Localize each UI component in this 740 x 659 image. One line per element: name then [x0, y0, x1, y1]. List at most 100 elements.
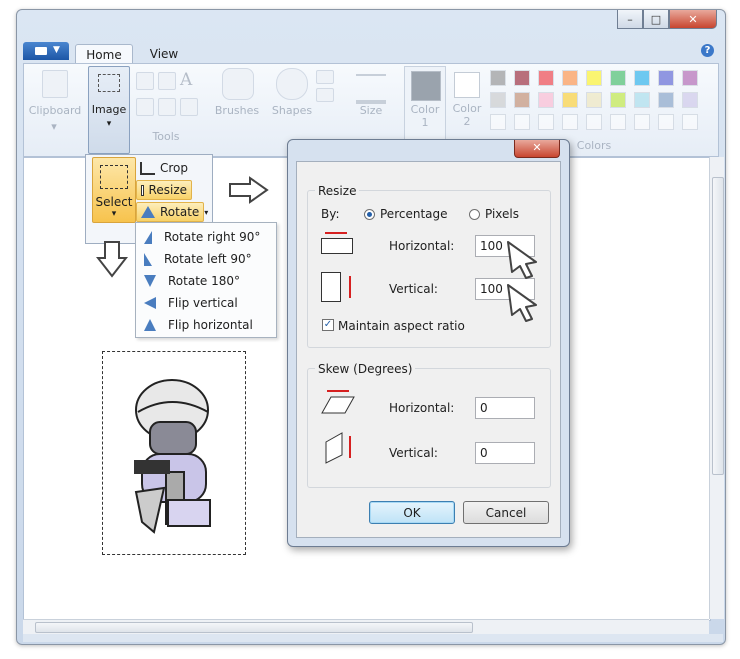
outline-icon [316, 70, 334, 84]
resize-label: Resize [148, 183, 187, 197]
menu-item-label: Flip horizontal [168, 318, 253, 332]
fill-icon [158, 72, 176, 90]
maximize-button[interactable]: □ [643, 10, 669, 29]
menu-item-label: Rotate 180° [168, 274, 241, 288]
skew-horizontal-input[interactable]: 0 [475, 397, 535, 419]
color-swatch[interactable] [634, 92, 650, 108]
status-bar [23, 634, 723, 642]
menu-item-rotate-180[interactable]: Rotate 180° [136, 270, 276, 292]
colors-group-label: Colors [576, 139, 612, 152]
crop-button[interactable]: Crop [136, 158, 214, 178]
rotate-menu: Rotate right 90° Rotate left 90° Rotate … [135, 222, 277, 338]
pointer-cursor-icon [507, 284, 537, 322]
radio-percentage[interactable] [364, 209, 375, 220]
rotate-label: Rotate [160, 205, 200, 219]
pointer-cursor-icon [507, 241, 537, 279]
skew-vertical-input[interactable]: 0 [475, 442, 535, 464]
down-arrow-icon [96, 241, 128, 278]
horizontal-scrollbar[interactable] [23, 619, 709, 634]
help-icon[interactable]: ? [701, 44, 714, 57]
color-swatch[interactable] [658, 70, 674, 86]
color2-swatch [454, 72, 480, 98]
menu-item-rotate-left[interactable]: Rotate left 90° [136, 248, 276, 270]
color-swatch[interactable] [514, 92, 530, 108]
color-swatch[interactable] [538, 114, 554, 130]
menu-item-flip-horizontal[interactable]: Flip horizontal [136, 314, 276, 336]
color-swatch[interactable] [490, 70, 506, 86]
resize-horizontal-label: Horizontal: [389, 239, 455, 253]
size-group-label: Size [359, 104, 383, 117]
color-swatch[interactable] [682, 92, 698, 108]
shapes-group-label: Shapes [271, 104, 313, 117]
color-swatch[interactable] [538, 70, 554, 86]
color-swatch[interactable] [610, 92, 626, 108]
flip-horizontal-icon [144, 319, 156, 331]
clipboard-icon [42, 70, 68, 98]
skew-groupbox [307, 368, 551, 488]
scroll-thumb[interactable] [712, 177, 724, 475]
color-swatch[interactable] [634, 70, 650, 86]
tab-view[interactable]: View [139, 44, 189, 63]
color-swatch[interactable] [634, 114, 650, 130]
skew-group-label: Skew (Degrees) [315, 362, 416, 376]
color-swatch[interactable] [514, 70, 530, 86]
color-swatch[interactable] [610, 70, 626, 86]
select-icon [100, 165, 128, 189]
color-swatch[interactable] [490, 114, 506, 130]
chevron-down-icon: ▾ [106, 119, 112, 129]
pixels-label[interactable]: Pixels [485, 207, 519, 221]
color1-button[interactable]: Color 1 [404, 66, 446, 144]
menu-item-label: Rotate right 90° [164, 230, 261, 244]
maintain-aspect-checkbox[interactable]: ✓ [322, 319, 334, 331]
menu-item-flip-vertical[interactable]: Flip vertical [136, 292, 276, 314]
size-icon [356, 74, 386, 104]
resize-vertical-label: Vertical: [389, 282, 438, 296]
color-swatch[interactable] [490, 92, 506, 108]
close-button[interactable]: ✕ [669, 10, 717, 29]
magnifier-icon [180, 98, 198, 116]
chevron-down-icon: ▾ [111, 209, 117, 219]
color-swatch[interactable] [658, 114, 674, 130]
minimize-button[interactable]: – [617, 10, 643, 29]
color-swatch[interactable] [610, 114, 626, 130]
radio-selected-dot [367, 212, 372, 217]
color-swatch[interactable] [658, 92, 674, 108]
menu-item-rotate-right[interactable]: Rotate right 90° [136, 226, 276, 248]
color-swatch[interactable] [562, 114, 578, 130]
color-swatch[interactable] [682, 114, 698, 130]
dialog-client: Resize By: Percentage Pixels Horizontal:… [296, 161, 561, 538]
cancel-button[interactable]: Cancel [463, 501, 549, 524]
color-swatch[interactable] [538, 92, 554, 108]
radio-pixels[interactable] [469, 209, 480, 220]
color-swatch[interactable] [586, 114, 602, 130]
pencil-icon [136, 72, 154, 90]
scroll-thumb[interactable] [35, 622, 473, 633]
color-swatch[interactable] [562, 70, 578, 86]
dialog-close-button[interactable]: ✕ [514, 140, 560, 158]
resize-skew-dialog: ✕ Resize By: Percentage Pixels Horizonta… [287, 139, 570, 547]
color-swatch[interactable] [514, 114, 530, 130]
rotate-button[interactable]: Rotate ▾ [136, 202, 208, 222]
chevron-down-icon: ▾ [204, 207, 209, 217]
select-label: Select [95, 195, 133, 209]
color-swatch[interactable] [682, 70, 698, 86]
color-swatch[interactable] [586, 92, 602, 108]
tab-home[interactable]: Home [75, 44, 133, 64]
vertical-scrollbar[interactable] [709, 157, 724, 619]
character-image [134, 379, 211, 534]
color-swatch[interactable] [562, 92, 578, 108]
ok-button[interactable]: OK [369, 501, 455, 524]
resize-group-label: Resize [315, 184, 360, 198]
maintain-aspect-label[interactable]: Maintain aspect ratio [338, 319, 465, 333]
color-palette [490, 70, 714, 134]
app-menu-button[interactable]: ▼ [23, 42, 69, 60]
color-swatch[interactable] [586, 70, 602, 86]
select-button[interactable]: Select ▾ [92, 157, 136, 223]
percentage-label[interactable]: Percentage [380, 207, 448, 221]
by-label: By: [321, 207, 340, 221]
color2-button[interactable]: Color 2 [450, 66, 484, 142]
text-icon: A [180, 70, 193, 90]
select-icon [98, 74, 120, 92]
resize-button[interactable]: Resize [136, 180, 192, 200]
image-group-button[interactable]: Image ▾ [88, 66, 130, 154]
